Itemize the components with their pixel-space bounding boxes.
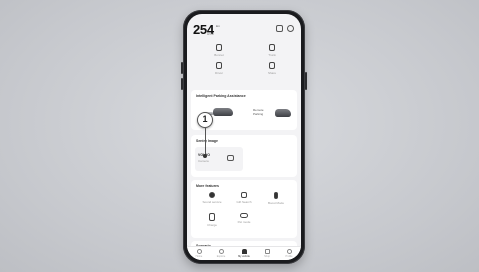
tab-my-vehicle[interactable]: My vehicle bbox=[234, 249, 254, 258]
feature-gift[interactable]: Gift Search bbox=[229, 192, 259, 204]
profile-icon bbox=[286, 249, 292, 254]
home-icon bbox=[196, 249, 202, 254]
app-screen: 254 km HVM Bonnet Trunk Driver Share Int… bbox=[187, 14, 301, 260]
car-icon bbox=[241, 249, 247, 254]
tab-label: My vehicle bbox=[238, 255, 250, 258]
feature-label: Gift Search bbox=[236, 200, 252, 204]
settings-icon[interactable] bbox=[287, 25, 294, 32]
control-bonnet[interactable]: Bonnet bbox=[204, 44, 234, 57]
more-title: More features bbox=[196, 184, 219, 188]
power-button bbox=[305, 72, 307, 90]
vehicle-controls: Bonnet Trunk Driver Share bbox=[195, 44, 293, 88]
background: 254 km HVM Bonnet Trunk Driver Share Int… bbox=[0, 0, 479, 272]
range-sub: HVM bbox=[207, 32, 214, 36]
bottom-tab-bar: Home Explore My vehicle Shop Profile bbox=[187, 246, 301, 260]
control-label: Share bbox=[267, 71, 276, 75]
remote-car-image bbox=[275, 109, 291, 117]
camera-icon[interactable] bbox=[227, 155, 234, 161]
feature-label: Boost Mode bbox=[267, 201, 284, 205]
sentry-title: Sentry Image bbox=[196, 139, 218, 143]
charger-icon bbox=[209, 213, 215, 221]
feature-label: Sound service bbox=[202, 200, 222, 204]
gift-icon bbox=[241, 192, 247, 198]
control-label: Trunk bbox=[268, 53, 276, 57]
status-header: 254 km HVM bbox=[193, 22, 295, 42]
control-share[interactable]: Share bbox=[257, 62, 287, 75]
tab-profile[interactable]: Profile bbox=[279, 249, 299, 258]
bag-icon bbox=[264, 249, 270, 254]
volume-up-button bbox=[181, 62, 183, 74]
share-icon bbox=[269, 62, 275, 69]
tab-label: Profile bbox=[285, 255, 293, 258]
car-image bbox=[213, 108, 233, 116]
trunk-icon bbox=[269, 44, 275, 51]
feature-sound[interactable]: Sound service bbox=[197, 192, 227, 204]
car-door-icon bbox=[216, 44, 222, 51]
volume-down-button bbox=[181, 78, 183, 90]
door-icon bbox=[216, 62, 222, 69]
pet-icon bbox=[240, 213, 248, 218]
tab-label: Shop bbox=[264, 255, 270, 258]
feature-pet[interactable]: Pet mode bbox=[229, 213, 259, 224]
tab-shop[interactable]: Shop bbox=[257, 249, 277, 258]
control-driver[interactable]: Driver bbox=[204, 62, 234, 75]
range-unit: km bbox=[216, 24, 220, 28]
feature-label: Charge bbox=[207, 223, 217, 227]
tab-label: Explore bbox=[216, 255, 226, 258]
heart-icon bbox=[218, 249, 224, 254]
speaker-icon bbox=[209, 192, 215, 198]
callout-badge: 1 bbox=[197, 112, 213, 128]
callout-leader-line bbox=[204, 128, 206, 155]
sentry-panel[interactable]: VOLVO Camera bbox=[195, 147, 243, 171]
tab-home[interactable]: Home bbox=[189, 249, 209, 258]
tab-label: Home bbox=[195, 255, 203, 258]
qr-scan-icon[interactable] bbox=[276, 25, 283, 32]
callout-target-dot bbox=[203, 154, 207, 158]
more-features-card: More features Sound service Gift Search … bbox=[191, 180, 297, 238]
sentry-sub: Camera bbox=[198, 159, 209, 163]
feature-boost[interactable]: Boost Mode bbox=[261, 192, 291, 205]
control-trunk[interactable]: Trunk bbox=[257, 44, 287, 57]
battery-icon bbox=[274, 192, 278, 199]
tab-explore[interactable]: Explore bbox=[211, 249, 231, 258]
phone-device: 254 km HVM Bonnet Trunk Driver Share Int… bbox=[181, 10, 307, 264]
feature-label: Pet mode bbox=[237, 220, 251, 224]
remote-parking-label: Remote Parking bbox=[253, 108, 264, 116]
control-label: Bonnet bbox=[214, 53, 224, 57]
parking-title: Intelligent Parking Assistance bbox=[196, 94, 246, 98]
feature-charge[interactable]: Charge bbox=[197, 213, 227, 227]
control-label: Driver bbox=[215, 71, 223, 75]
